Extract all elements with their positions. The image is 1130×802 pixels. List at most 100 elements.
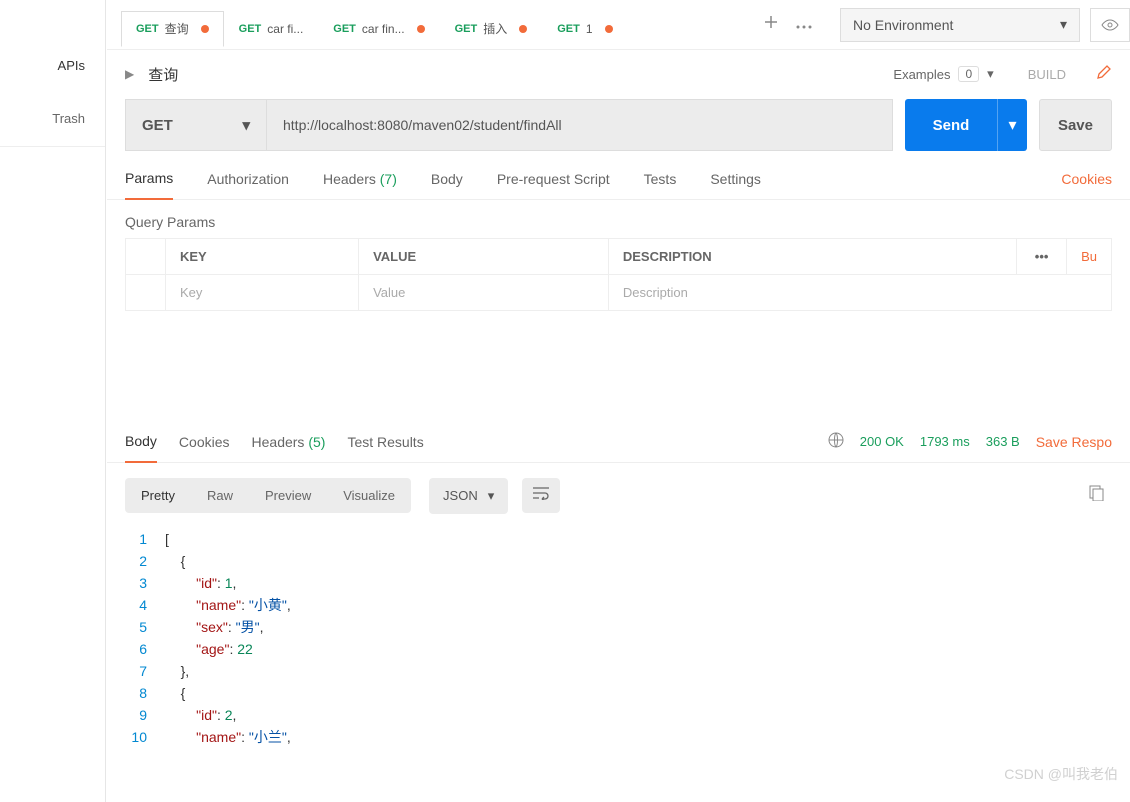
request-tab[interactable]: GET 插入 (440, 11, 543, 47)
format-select[interactable]: JSON ▾ (429, 478, 508, 514)
tab-params[interactable]: Params (125, 170, 173, 200)
code-line: 3 "id": 1, (125, 572, 1112, 594)
environment-select[interactable]: No Environment ▾ (840, 8, 1080, 42)
code-line: 6 "age": 22 (125, 638, 1112, 660)
send-button[interactable]: Send (905, 99, 997, 151)
cookies-link[interactable]: Cookies (1061, 171, 1112, 199)
save-response-button[interactable]: Save Respo (1036, 434, 1112, 450)
resp-tab-body[interactable]: Body (125, 421, 157, 463)
line-number: 3 (125, 572, 165, 594)
response-tabs: Body Cookies Headers (5) Test Results 20… (107, 421, 1130, 463)
tab-body[interactable]: Body (431, 171, 463, 199)
chevron-down-icon: ▾ (1060, 16, 1067, 33)
line-number: 1 (125, 528, 165, 550)
response-meta: 200 OK 1793 ms 363 B Save Respo (828, 432, 1112, 451)
code-line: 4 "name": "小黄", (125, 594, 1112, 616)
chevron-down-icon: ▾ (488, 488, 495, 504)
code-line: 1[ (125, 528, 1112, 550)
table-row: Key Value Description (126, 275, 1112, 311)
request-tabs-strip: GET 查询 GET car fi... GET car fin... GET 插入 GET1 (107, 3, 746, 47)
line-number: 10 (125, 726, 165, 748)
tab-headers[interactable]: Headers (7) (323, 171, 397, 199)
line-number: 2 (125, 550, 165, 572)
description-input[interactable]: Description (608, 275, 1111, 311)
request-name: 查询 (148, 64, 883, 85)
code-line: 2 { (125, 550, 1112, 572)
collapse-icon[interactable]: ▶ (125, 67, 134, 81)
response-time: 1793 ms (920, 434, 970, 449)
dirty-dot-icon (201, 25, 209, 33)
key-input[interactable]: Key (166, 275, 359, 311)
request-tab[interactable]: GET car fi... (224, 11, 319, 47)
tab-method: GET (455, 23, 478, 35)
url-input[interactable] (267, 99, 893, 151)
tab-prerequest[interactable]: Pre-request Script (497, 171, 610, 199)
view-preview[interactable]: Preview (249, 478, 327, 513)
request-header: ▶ 查询 Examples 0 ▾ BUILD (107, 50, 1130, 98)
resp-tab-headers[interactable]: Headers (5) (252, 422, 326, 462)
dirty-dot-icon (417, 25, 425, 33)
col-key: KEY (166, 239, 359, 275)
line-number: 6 (125, 638, 165, 660)
examples-dropdown[interactable]: Examples 0 ▾ (893, 66, 993, 82)
new-tab-icon[interactable] (764, 15, 778, 34)
dirty-dot-icon (519, 25, 527, 33)
sidebar: APIs Trash (0, 0, 106, 802)
line-number: 4 (125, 594, 165, 616)
sidebar-separator (0, 146, 105, 147)
main-area: GET查询GETcar fi...GETcar fin...GET插入GET1 … (107, 0, 1130, 802)
tab-authorization[interactable]: Authorization (207, 171, 289, 199)
globe-icon[interactable] (828, 432, 844, 451)
tab-label: car fin... (362, 22, 405, 36)
line-number: 9 (125, 704, 165, 726)
query-params-table: KEY VALUE DESCRIPTION ••• Bu Key Value D… (125, 238, 1112, 311)
response-toolbar: Pretty Raw Preview Visualize JSON ▾ (107, 463, 1130, 528)
method-select[interactable]: GET ▾ (125, 99, 267, 151)
tab-settings[interactable]: Settings (710, 171, 761, 199)
col-value: VALUE (359, 239, 609, 275)
sidebar-item-apis[interactable]: APIs (0, 0, 105, 83)
top-row: GET查询GETcar fi...GETcar fin...GET插入GET1 … (107, 0, 1130, 50)
wrap-lines-button[interactable] (522, 478, 560, 513)
response-body-code[interactable]: 1[2 {3 "id": 1,4 "name": "小黄",5 "sex": "… (107, 528, 1130, 748)
send-dropdown[interactable]: ▾ (997, 99, 1027, 151)
dirty-dot-icon (605, 25, 613, 33)
copy-icon[interactable] (1081, 477, 1112, 514)
request-tab[interactable]: GET car fin... (318, 11, 439, 47)
view-visualize[interactable]: Visualize (327, 478, 411, 513)
chevron-down-icon: ▾ (987, 66, 994, 82)
line-number: 7 (125, 660, 165, 682)
tab-label: 1 (586, 22, 593, 36)
request-tab[interactable]: GET1 (542, 11, 627, 47)
response-size: 363 B (986, 434, 1020, 449)
view-mode-tabs: Pretty Raw Preview Visualize (125, 478, 411, 513)
tab-label: 查询 (165, 20, 189, 37)
resp-tab-cookies[interactable]: Cookies (179, 422, 230, 462)
resp-tab-tests[interactable]: Test Results (347, 422, 423, 462)
query-params-title: Query Params (107, 200, 1130, 238)
col-more-icon[interactable]: ••• (1017, 239, 1067, 275)
tab-tests[interactable]: Tests (644, 171, 677, 199)
view-pretty[interactable]: Pretty (125, 478, 191, 513)
save-button[interactable]: Save (1039, 99, 1112, 151)
build-button[interactable]: BUILD (1028, 67, 1066, 82)
value-input[interactable]: Value (359, 275, 609, 311)
env-preview-button[interactable] (1090, 8, 1130, 42)
code-line: 8 { (125, 682, 1112, 704)
sidebar-item-trash[interactable]: Trash (0, 83, 105, 136)
col-description: DESCRIPTION (608, 239, 1016, 275)
code-line: 9 "id": 2, (125, 704, 1112, 726)
bulk-edit-link[interactable]: Bu (1067, 239, 1112, 275)
tab-label: car fi... (267, 22, 303, 36)
view-raw[interactable]: Raw (191, 478, 249, 513)
line-number: 8 (125, 682, 165, 704)
environment-label: No Environment (853, 17, 953, 33)
tab-label: 插入 (483, 20, 507, 37)
edit-icon[interactable] (1096, 64, 1112, 85)
tab-method: GET (239, 23, 262, 35)
tab-method: GET (136, 23, 159, 35)
tab-method: GET (333, 23, 356, 35)
more-tabs-icon[interactable] (796, 16, 812, 34)
watermark: CSDN @叫我老伯 (1004, 764, 1118, 784)
request-tab[interactable]: GET 查询 (121, 11, 224, 47)
